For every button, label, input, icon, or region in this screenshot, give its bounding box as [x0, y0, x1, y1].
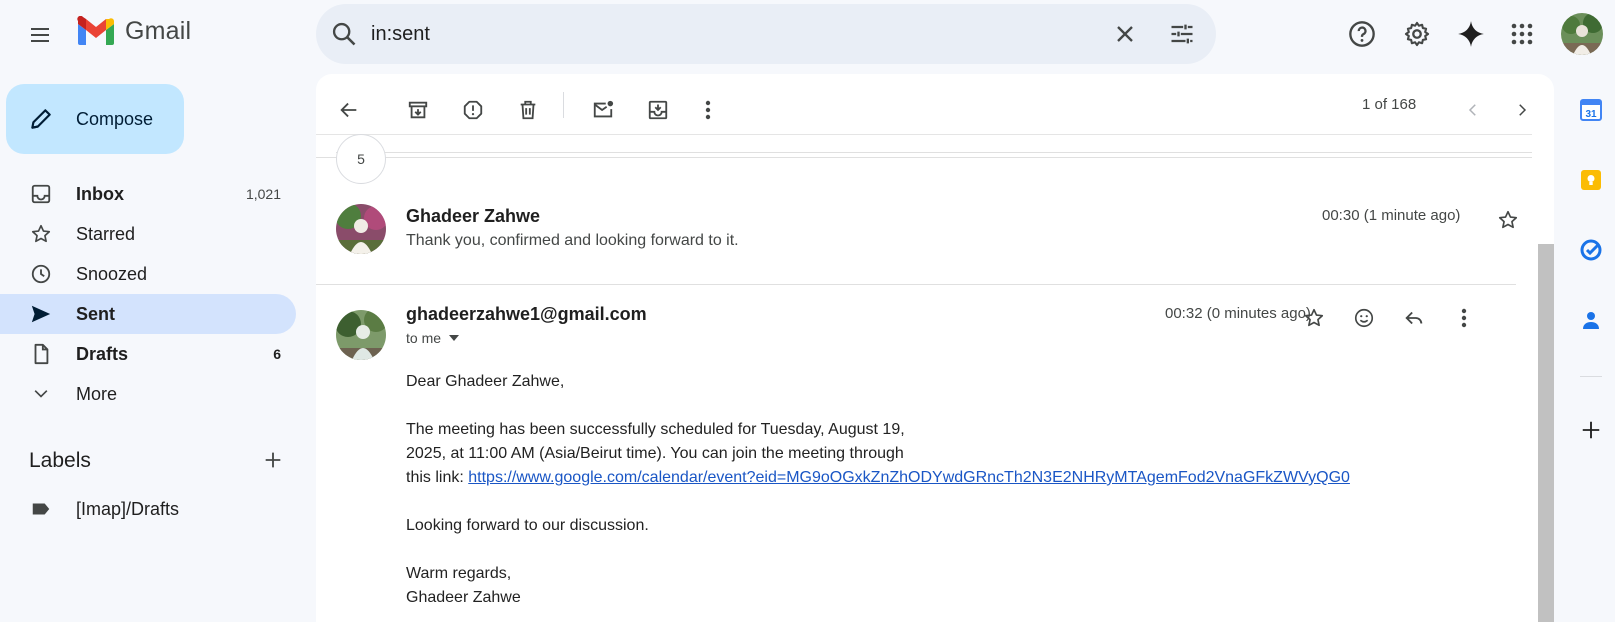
more-vert-icon[interactable]	[688, 90, 728, 130]
collapsed-line	[316, 157, 1532, 158]
add-reaction-emoji-icon[interactable]	[1348, 302, 1380, 334]
calendar-icon[interactable]: 31	[1571, 90, 1611, 130]
rail-divider	[1580, 376, 1602, 377]
sidebar-item-label: Snoozed	[76, 263, 148, 284]
sender-name: Ghadeer Zahwe	[406, 206, 541, 226]
settings-gear-icon[interactable]	[1397, 14, 1437, 54]
chevron-down-icon	[29, 382, 53, 406]
recipient-details[interactable]: to me	[406, 330, 460, 346]
search-options-icon[interactable]	[1168, 20, 1196, 48]
reply-icon[interactable]	[1398, 302, 1430, 334]
account-avatar[interactable]	[1561, 13, 1603, 55]
message-body: Dear Ghadeer Zahwe, The meeting has been…	[406, 370, 1366, 610]
report-spam-icon[interactable]	[453, 90, 493, 130]
draft-icon	[29, 342, 53, 366]
send-icon	[29, 302, 53, 326]
compose-label: Compose	[76, 108, 154, 129]
clock-icon	[29, 262, 53, 286]
calendar-event-link[interactable]: https://www.google.com/calendar/event?ei…	[468, 469, 1350, 486]
move-to-icon[interactable]	[638, 90, 678, 130]
sidebar-item-label: More	[76, 383, 118, 404]
gemini-sparkle-icon[interactable]	[1451, 14, 1491, 54]
newer-chevron-left-icon[interactable]	[1453, 90, 1493, 130]
message-time: 00:30 (1 minute ago)	[1322, 207, 1461, 224]
back-arrow-icon[interactable]	[329, 90, 369, 130]
labels-heading: Labels	[29, 449, 91, 472]
pagination-text: 1 of 168	[1362, 96, 1417, 113]
greeting: Dear Ghadeer Zahwe,	[406, 373, 565, 390]
star-icon	[29, 222, 53, 246]
sidebar-item-more[interactable]: More	[0, 374, 296, 414]
message-divider	[316, 284, 1516, 285]
gmail-m-icon	[77, 16, 114, 45]
sidebar-item-label: Starred	[76, 223, 136, 244]
get-addons-plus-icon[interactable]	[1571, 410, 1611, 450]
sidebar-item-starred[interactable]: Starred	[0, 214, 296, 254]
body-line: this link: https://www.google.com/calend…	[406, 466, 1366, 490]
recipient-text: to me	[406, 330, 442, 346]
sidebar-item-snoozed[interactable]: Snoozed	[0, 254, 296, 294]
signoff: Warm regards,	[406, 565, 512, 582]
caret-down-icon	[449, 335, 460, 341]
scrollbar[interactable]	[1538, 244, 1554, 622]
delete-trash-icon[interactable]	[508, 90, 548, 130]
sidebar-item-label: Sent	[76, 303, 116, 324]
older-chevron-right-icon[interactable]	[1502, 90, 1542, 130]
search-bar[interactable]	[316, 4, 1216, 64]
apps-grid-icon[interactable]	[1502, 14, 1542, 54]
sidebar-label-imap-drafts[interactable]: [Imap]/Drafts	[0, 489, 296, 529]
sidebar-item-sent[interactable]: Sent	[0, 294, 296, 334]
archive-icon[interactable]	[398, 90, 438, 130]
message-time: 00:32 (0 minutes ago)	[1165, 305, 1311, 322]
main-menu-button[interactable]	[20, 15, 60, 55]
search-icon[interactable]	[330, 20, 358, 48]
message-snippet[interactable]: Thank you, confirmed and looking forward…	[406, 232, 739, 250]
sidebar-item-label: Inbox	[76, 183, 124, 204]
tasks-icon[interactable]	[1571, 230, 1611, 270]
gmail-logo[interactable]: Gmail	[76, 16, 191, 46]
keep-notes-icon[interactable]	[1571, 160, 1611, 200]
body-line: The meeting has been successfully schedu…	[406, 421, 905, 438]
sender-avatar	[336, 310, 386, 360]
app-name: Gmail	[125, 16, 192, 45]
unread-count: 1,021	[245, 186, 281, 202]
pencil-icon	[31, 109, 51, 129]
mark-unread-icon[interactable]	[583, 90, 623, 130]
more-vert-icon[interactable]	[1448, 302, 1480, 334]
body-line: 2025, at 11:00 AM (Asia/Beirut time). Yo…	[406, 445, 904, 462]
sidebar-item-drafts[interactable]: Drafts 6	[0, 334, 296, 374]
svg-text:31: 31	[1585, 109, 1597, 120]
clear-search-icon[interactable]	[1111, 20, 1139, 48]
compose-button[interactable]: Compose	[6, 84, 184, 154]
star-icon[interactable]	[1298, 302, 1330, 334]
sender-avatar	[336, 204, 386, 254]
add-label-icon[interactable]	[262, 449, 284, 471]
label-icon	[29, 497, 53, 521]
collapsed-line	[336, 152, 1532, 153]
sidebar-item-inbox[interactable]: Inbox 1,021	[0, 174, 296, 214]
link-prefix: this link:	[406, 469, 469, 486]
hamburger-icon	[31, 28, 49, 42]
search-input[interactable]	[371, 20, 1071, 48]
drafts-count: 6	[273, 346, 281, 362]
closing-line: Looking forward to our discussion.	[406, 517, 649, 534]
toolbar-divider	[563, 92, 564, 118]
help-icon[interactable]	[1342, 14, 1382, 54]
message-view: 1 of 168 5 Ghadeer Zahwe Thank you, conf…	[316, 74, 1554, 622]
toolbar-divider-line	[316, 134, 1532, 135]
sender-email: ghadeerzahwe1@gmail.com	[406, 304, 647, 324]
sidebar-item-label: Drafts	[76, 343, 129, 364]
inbox-icon	[29, 182, 53, 206]
contacts-icon[interactable]	[1571, 300, 1611, 340]
star-icon[interactable]	[1492, 204, 1524, 236]
signature: Ghadeer Zahwe	[406, 589, 521, 606]
collapsed-messages-count[interactable]: 5	[336, 134, 386, 184]
label-name: [Imap]/Drafts	[76, 498, 180, 519]
